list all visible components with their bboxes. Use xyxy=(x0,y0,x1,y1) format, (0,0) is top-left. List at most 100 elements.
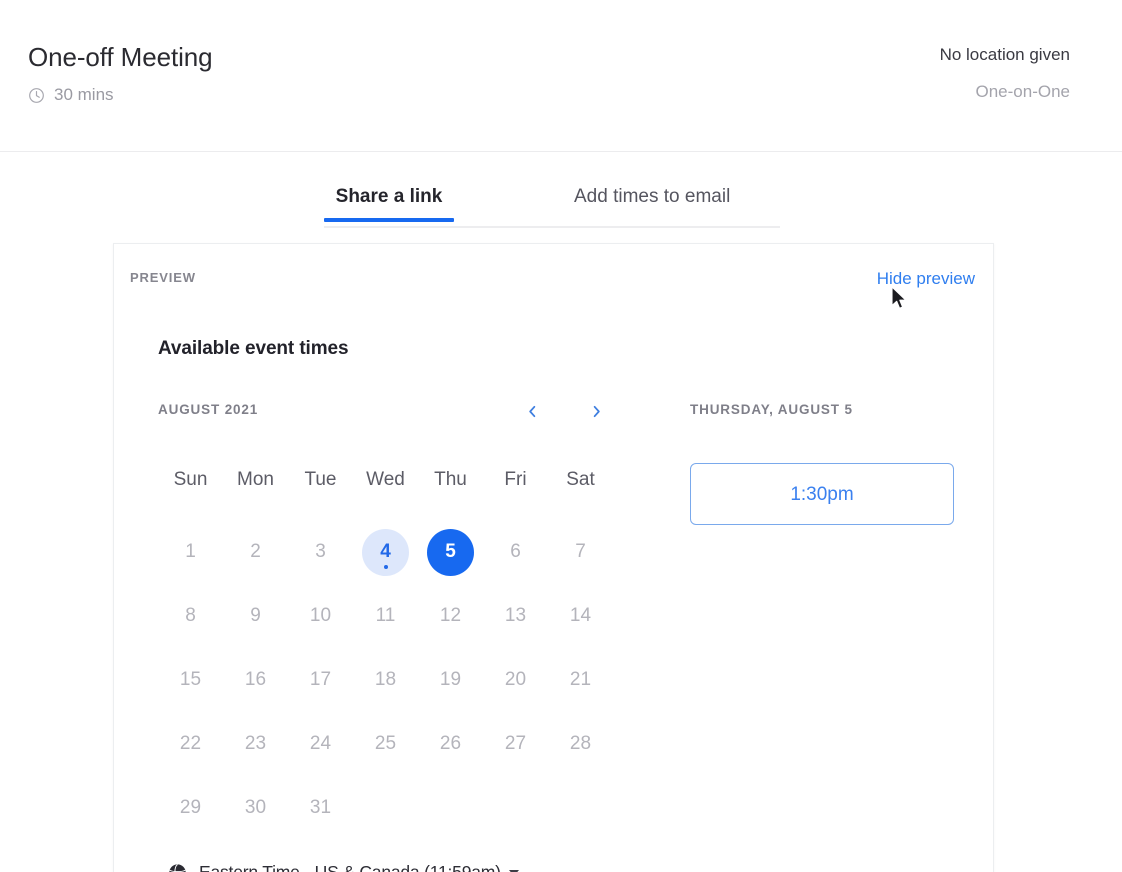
calendar-day-cell[interactable]: 23 xyxy=(223,712,288,776)
calendar-day-cell[interactable]: 9 xyxy=(223,584,288,648)
calendar-day-cell[interactable]: 8 xyxy=(158,584,223,648)
time-slot-list: 1:30pm xyxy=(690,463,954,525)
calendar-day-cell[interactable]: 16 xyxy=(223,648,288,712)
calendar-day-23[interactable]: 23 xyxy=(232,721,279,768)
preview-card-header: PREVIEW Hide preview xyxy=(114,244,993,302)
tab-bar: Share a link Add times to email xyxy=(324,186,780,228)
timezone-selector[interactable]: Eastern Time - US & Canada (11:59am) xyxy=(168,862,614,872)
calendar-day-cell[interactable]: 11 xyxy=(353,584,418,648)
calendar-day-1[interactable]: 1 xyxy=(167,529,214,576)
calendar-day-cell[interactable]: 25 xyxy=(353,712,418,776)
tab-share-a-link-label: Share a link xyxy=(335,186,443,207)
weekday-header: Thu xyxy=(434,469,467,490)
calendar-day-10[interactable]: 10 xyxy=(297,593,344,640)
tab-add-times-to-email[interactable]: Add times to email xyxy=(574,186,730,222)
calendar-day-cell[interactable]: 27 xyxy=(483,712,548,776)
calendar-day-cell[interactable]: 30 xyxy=(223,776,288,840)
calendar-day-cell[interactable]: 24 xyxy=(288,712,353,776)
calendar-grid: Sun Mon Tue Wed Thu Fri Sat 1 2 3 4 5 6 7 8 9 10 11 12 13 14… xyxy=(158,456,614,840)
calendar-day-7[interactable]: 7 xyxy=(557,529,604,576)
header-right-group: No location given One-on-One xyxy=(940,43,1070,104)
calendar-day-cell[interactable]: 19 xyxy=(418,648,483,712)
calendar-day-cell[interactable]: 28 xyxy=(548,712,613,776)
weekday-header: Sat xyxy=(566,469,595,490)
duration-row: 30 mins xyxy=(28,85,212,105)
weekday-header: Sun xyxy=(173,469,208,490)
calendar-day-18[interactable]: 18 xyxy=(362,657,409,704)
selected-date-label: THURSDAY, AUGUST 5 xyxy=(690,402,853,417)
timezone-label: Eastern Time - US & Canada (11:59am) xyxy=(199,862,501,872)
calendar-day-cell[interactable]: 17 xyxy=(288,648,353,712)
calendar-day-26[interactable]: 26 xyxy=(427,721,474,768)
calendar-day-cell[interactable]: 22 xyxy=(158,712,223,776)
calendar-day-31[interactable]: 31 xyxy=(297,785,344,832)
calendar-day-27[interactable]: 27 xyxy=(492,721,539,768)
calendar-day-cell[interactable]: 14 xyxy=(548,584,613,648)
available-event-times-heading: Available event times xyxy=(158,338,349,359)
calendar-day-cell[interactable]: 7 xyxy=(548,520,613,584)
calendar-day-cell[interactable]: 10 xyxy=(288,584,353,648)
preview-label: PREVIEW xyxy=(130,270,196,285)
preview-card-body: Available event times AUGUST 2021 Sun Mo… xyxy=(114,338,993,872)
time-slot-button[interactable]: 1:30pm xyxy=(690,463,954,525)
tab-share-a-link[interactable]: Share a link xyxy=(324,186,454,222)
calendar-day-14[interactable]: 14 xyxy=(557,593,604,640)
calendar-day-cell[interactable]: 29 xyxy=(158,776,223,840)
calendar-day-cell[interactable]: 15 xyxy=(158,648,223,712)
calendar-day-cell[interactable]: 2 xyxy=(223,520,288,584)
calendar-day-cell[interactable]: 20 xyxy=(483,648,548,712)
calendar-day-8[interactable]: 8 xyxy=(167,593,214,640)
calendar-header: AUGUST 2021 xyxy=(158,400,614,430)
time-slots-panel: THURSDAY, AUGUST 5 1:30pm xyxy=(614,400,954,872)
calendar-day-28[interactable]: 28 xyxy=(557,721,604,768)
tab-active-underline xyxy=(324,218,454,222)
calendar-day-13[interactable]: 13 xyxy=(492,593,539,640)
calendar-day-cell[interactable]: 13 xyxy=(483,584,548,648)
calendar-day-cell[interactable]: 31 xyxy=(288,776,353,840)
calendar-day-3[interactable]: 3 xyxy=(297,529,344,576)
calendar-day-19[interactable]: 19 xyxy=(427,657,474,704)
globe-icon xyxy=(168,863,187,872)
calendar-day-21[interactable]: 21 xyxy=(557,657,604,704)
weekday-header: Fri xyxy=(504,469,527,490)
calendar-day-2[interactable]: 2 xyxy=(232,529,279,576)
hide-preview-link[interactable]: Hide preview xyxy=(877,269,975,289)
calendar-day-cell[interactable]: 1 xyxy=(158,520,223,584)
weekday-header: Tue xyxy=(304,469,337,490)
calendar-day-29[interactable]: 29 xyxy=(167,785,214,832)
chevron-left-icon[interactable] xyxy=(514,396,550,426)
calendar-day-cell[interactable]: 6 xyxy=(483,520,548,584)
tab-add-times-to-email-label: Add times to email xyxy=(574,186,731,207)
calendar-day-15[interactable]: 15 xyxy=(167,657,214,704)
calendar-day-17[interactable]: 17 xyxy=(297,657,344,704)
calendar-day-16[interactable]: 16 xyxy=(232,657,279,704)
chevron-right-icon[interactable] xyxy=(578,396,614,426)
calendar-day-cell[interactable]: 26 xyxy=(418,712,483,776)
calendar-day-25[interactable]: 25 xyxy=(362,721,409,768)
page-title: One-off Meeting xyxy=(28,42,213,72)
calendar-day-5[interactable]: 5 xyxy=(427,528,474,576)
calendar-day-4[interactable]: 4 xyxy=(362,528,409,576)
calendar-day-cell[interactable]: 21 xyxy=(548,648,613,712)
calendar-day-cell[interactable]: 12 xyxy=(418,584,483,648)
calendar-panel: AUGUST 2021 Sun Mon Tue Wed Thu Fri Sat … xyxy=(158,400,614,872)
weekday-header: Wed xyxy=(366,469,405,490)
weekday-header: Mon xyxy=(237,469,274,490)
calendar-day-9[interactable]: 9 xyxy=(232,593,279,640)
calendar-day-24[interactable]: 24 xyxy=(297,721,344,768)
calendar-day-cell[interactable]: 18 xyxy=(353,648,418,712)
location-label: No location given xyxy=(939,45,1070,64)
calendar-month-label: AUGUST 2021 xyxy=(158,402,259,417)
calendar-day-11[interactable]: 11 xyxy=(362,593,409,640)
calendar-day-30[interactable]: 30 xyxy=(232,785,279,832)
calendar-day-cell[interactable]: 5 xyxy=(418,520,483,584)
calendar-nav xyxy=(514,396,614,426)
calendar-day-12[interactable]: 12 xyxy=(427,593,474,640)
calendar-day-cell[interactable]: 4 xyxy=(353,520,418,584)
meeting-type-label: One-on-One xyxy=(975,82,1071,101)
preview-card: PREVIEW Hide preview Available event tim… xyxy=(113,243,994,872)
calendar-day-22[interactable]: 22 xyxy=(167,721,214,768)
calendar-day-6[interactable]: 6 xyxy=(492,529,539,576)
calendar-day-20[interactable]: 20 xyxy=(492,657,539,704)
calendar-day-cell[interactable]: 3 xyxy=(288,520,353,584)
